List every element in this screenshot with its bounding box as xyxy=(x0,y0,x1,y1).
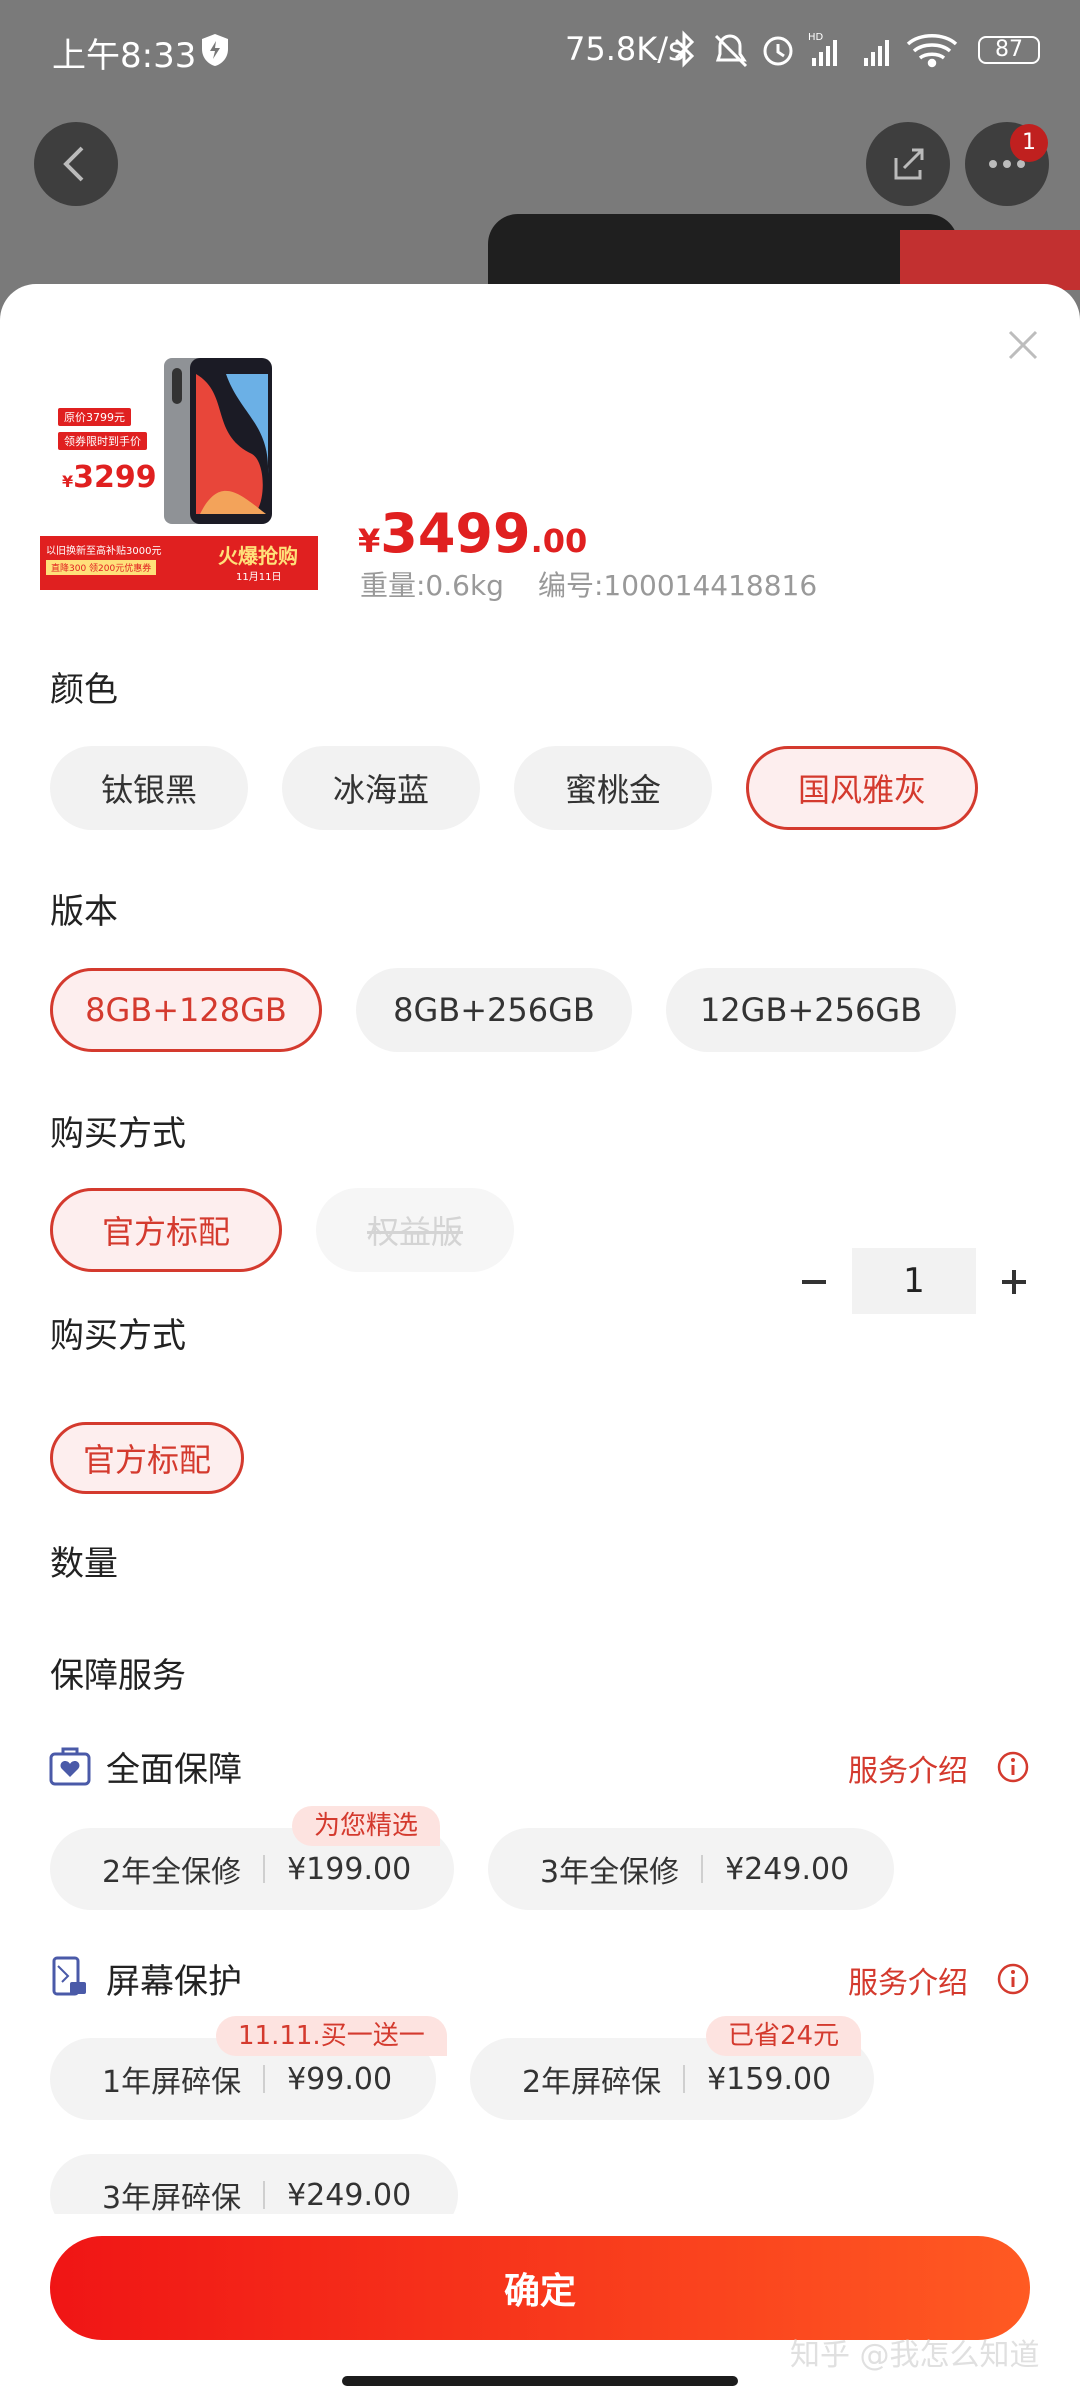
thumb-price-value: 3299 xyxy=(73,460,157,495)
info-icon[interactable] xyxy=(996,1750,1030,1784)
product-sku: 编号:100014418816 xyxy=(537,569,818,602)
color-section-title: 颜色 xyxy=(50,670,118,710)
option-divider xyxy=(263,1855,266,1883)
shield-icon xyxy=(202,34,228,66)
background-banner xyxy=(900,230,1080,290)
watermark: 知乎 @我怎么知道 xyxy=(790,2338,1040,2373)
option-divider xyxy=(683,2065,686,2093)
info-icon[interactable] xyxy=(996,1962,1030,1996)
thumb-currency: ¥ xyxy=(62,472,74,491)
product-thumbnail: 原价3799元 领券限时到手价 ¥3299 以旧换新至高补贴3000元 直降30… xyxy=(40,354,320,594)
option-price: ¥249.00 xyxy=(725,1851,850,1887)
option-price: ¥199.00 xyxy=(287,1851,412,1887)
chevron-left-icon xyxy=(63,146,84,182)
phone-screen-icon xyxy=(52,1956,86,1996)
screen-protection-info-link[interactable]: 服务介绍 xyxy=(848,1958,968,2002)
status-icons: HD xyxy=(674,30,958,68)
quantity-title: 数量 xyxy=(50,1544,118,1584)
mute-icon xyxy=(714,34,748,68)
notification-badge: 1 xyxy=(1010,124,1048,162)
back-button[interactable] xyxy=(34,122,118,206)
buy-method-option-selected[interactable]: 官方标配 xyxy=(50,1188,282,1272)
battery-icon: 87 xyxy=(978,36,1040,64)
thumb-original-price: 原价3799元 xyxy=(58,408,131,426)
option-price: ¥249.00 xyxy=(287,2177,412,2213)
net-speed: 75.8K/s xyxy=(565,30,685,68)
screen-protection-title: 屏幕保护 xyxy=(106,1962,242,2002)
thumb-coupon-text: 领券限时到手价 xyxy=(58,432,147,450)
option-price: ¥159.00 xyxy=(707,2061,832,2097)
version-option[interactable]: 8GB+256GB xyxy=(356,968,632,1052)
alarm-icon xyxy=(763,36,793,66)
buy-method-option-selected-2[interactable]: 官方标配 xyxy=(50,1422,244,1494)
thumb-banner-title: 火爆抢购 xyxy=(218,544,298,568)
promo-tag: 11.11.买一送一 xyxy=(216,2016,447,2056)
thumb-promo-price: ¥3299 xyxy=(62,460,157,495)
status-bar: 上午8:33 75.8K/s HD 87 xyxy=(0,0,1080,100)
savings-tag: 已省24元 xyxy=(706,2016,862,2056)
share-button[interactable] xyxy=(866,122,950,206)
share-icon xyxy=(894,148,924,180)
color-option[interactable]: 钛银黑 xyxy=(50,746,248,830)
product-price: ¥3499.00 xyxy=(358,502,587,565)
full-guarantee-option[interactable]: 3年全保修 ¥249.00 xyxy=(488,1828,894,1910)
product-weight: 重量:0.6kg xyxy=(360,569,504,602)
price-decimal: .00 xyxy=(530,522,588,560)
product-meta: 重量:0.6kg 编号:100014418816 xyxy=(360,564,817,604)
signal-icon xyxy=(864,40,889,66)
confirm-button[interactable]: 确定 xyxy=(50,2236,1030,2340)
wifi-icon xyxy=(906,34,958,68)
buy-method-title-2: 购买方式 xyxy=(50,1316,186,1356)
option-divider xyxy=(263,2181,266,2209)
sku-selector-sheet: 原价3799元 领券限时到手价 ¥3299 以旧换新至高补贴3000元 直降30… xyxy=(0,284,1080,2400)
full-guarantee-info-link[interactable]: 服务介绍 xyxy=(848,1746,968,1790)
thumb-trade-in: 以旧换新至高补贴3000元 xyxy=(46,546,162,557)
color-option[interactable]: 冰海蓝 xyxy=(282,746,480,830)
thumb-coupon-line: 直降300 领200元优惠券 xyxy=(46,560,157,575)
price-integer: 3499 xyxy=(380,502,531,565)
bluetooth-icon xyxy=(674,30,695,68)
status-time: 上午8:33 xyxy=(52,36,197,76)
option-divider xyxy=(263,2065,266,2093)
version-section-title: 版本 xyxy=(50,892,118,932)
full-guarantee-title: 全面保障 xyxy=(106,1750,242,1790)
price-currency: ¥ xyxy=(358,522,381,560)
close-icon[interactable] xyxy=(1000,322,1046,368)
thumb-date: 11月11日 xyxy=(236,572,282,583)
option-price: ¥99.00 xyxy=(287,2061,393,2097)
briefcase-heart-icon xyxy=(49,1747,91,1786)
quantity-minus-button[interactable] xyxy=(794,1262,834,1302)
thumb-banner: 以旧换新至高补贴3000元 直降300 领200元优惠券 火爆抢购 11月11日 xyxy=(40,536,318,590)
guarantee-title: 保障服务 xyxy=(50,1656,186,1696)
recommended-tag: 为您精选 xyxy=(292,1806,441,1846)
option-name: 3年屏碎保 xyxy=(102,2181,242,2216)
signal-hd-icon: HD xyxy=(808,32,837,66)
color-option-selected[interactable]: 国风雅灰 xyxy=(746,746,978,830)
version-option-selected[interactable]: 8GB+128GB xyxy=(50,968,322,1052)
option-name: 1年屏碎保 xyxy=(102,2065,242,2100)
option-divider xyxy=(701,1855,704,1883)
version-option[interactable]: 12GB+256GB xyxy=(666,968,956,1052)
quantity-input[interactable]: 1 xyxy=(852,1248,976,1314)
home-indicator[interactable] xyxy=(342,2376,738,2386)
buy-method-option-disabled: 权益版 xyxy=(316,1188,514,1272)
color-option[interactable]: 蜜桃金 xyxy=(514,746,712,830)
option-name: 2年屏碎保 xyxy=(522,2065,662,2100)
option-name: 3年全保修 xyxy=(540,1855,680,1890)
quantity-plus-button[interactable] xyxy=(994,1262,1034,1302)
buy-method-title: 购买方式 xyxy=(50,1114,186,1154)
option-name: 2年全保修 xyxy=(102,1855,242,1890)
svg-text:HD: HD xyxy=(808,32,824,43)
